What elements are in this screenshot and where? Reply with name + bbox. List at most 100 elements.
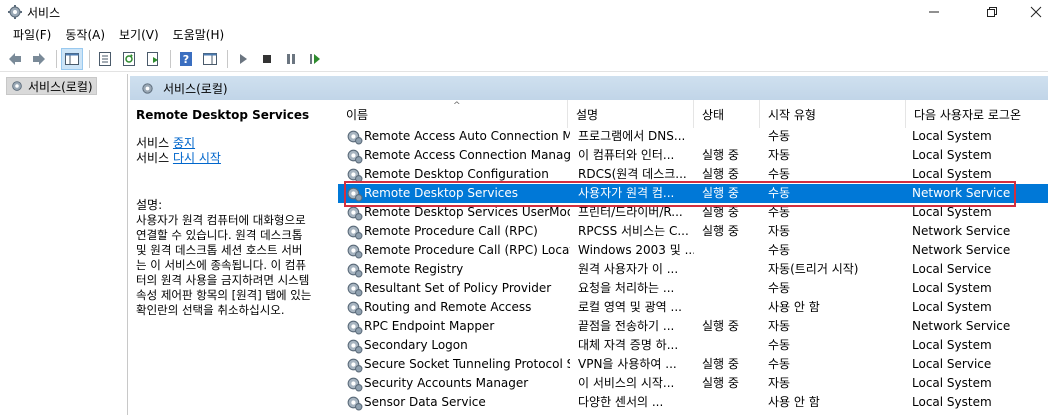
- cell-startup: 수동: [768, 205, 791, 219]
- cell-name: Remote Access Auto Connection M...: [364, 129, 570, 143]
- cell-startup: 사용 안 함: [768, 300, 820, 314]
- play-icon: [240, 53, 247, 64]
- service-row[interactable]: Secondary Logon 대체 자격 증명 하... 수동 Local Syst…: [338, 336, 1048, 355]
- cell-startup: 수동: [768, 186, 791, 200]
- show-tree-button[interactable]: [61, 47, 83, 70]
- service-row[interactable]: Remote Procedure Call (RPC) RPCSS 서비스는 C.…: [338, 222, 1048, 241]
- cell-status: [702, 279, 760, 298]
- column-header-status[interactable]: 상태: [694, 100, 760, 128]
- cell-description: 요청을 처리하는 ...: [578, 281, 675, 295]
- column-header-startup-type[interactable]: 시작 유형: [760, 100, 906, 128]
- cell-startup: 수동: [768, 129, 791, 143]
- cell-logon: Local System: [912, 129, 992, 143]
- cell-logon: Local Service: [912, 262, 992, 276]
- action-pane-button[interactable]: [199, 48, 221, 70]
- service-row[interactable]: Security Accounts Manager 이 서비스의 시작... 실행 …: [338, 374, 1048, 393]
- back-arrow-icon: [9, 52, 21, 65]
- show-tree-icon: [65, 52, 79, 65]
- export-list-icon: [147, 51, 158, 66]
- window-title: 서비스: [27, 6, 61, 20]
- toolbar-separator: [170, 49, 171, 68]
- cell-status: 실행 중: [702, 319, 739, 333]
- cell-logon: Network Service: [912, 186, 1011, 200]
- start-service-button[interactable]: [232, 48, 254, 70]
- cell-status: 실행 중: [702, 167, 739, 181]
- service-row[interactable]: Sensor Data Service 다양한 센서의 ... 사용 안 함 Loca…: [338, 393, 1048, 412]
- cell-name: Remote Access Connection Manager: [364, 148, 570, 162]
- cell-logon: Local System: [912, 376, 992, 390]
- restart-service-button[interactable]: [304, 48, 326, 70]
- cell-logon: Local System: [912, 338, 992, 352]
- help-icon: ?: [180, 51, 192, 66]
- export-list-button[interactable]: [142, 48, 164, 70]
- service-row[interactable]: RPC Endpoint Mapper 끝점을 전송하기 ... 실행 중 자동 Net…: [338, 317, 1048, 336]
- service-gear-icon: [347, 149, 363, 164]
- stop-service-link[interactable]: 중지: [173, 136, 195, 150]
- service-row[interactable]: Remote Access Auto Connection M... 프로그램에서…: [338, 127, 1048, 146]
- pane-header: 서비스(로컬): [130, 76, 1048, 100]
- cell-logon: Local System: [912, 205, 992, 219]
- cell-description: RPCSS 서비스는 C...: [578, 224, 689, 238]
- cell-logon: Network Service: [912, 319, 1011, 333]
- forward-button[interactable]: [28, 48, 50, 70]
- column-header-logon[interactable]: 다음 사용자로 로그온: [906, 100, 1048, 128]
- cell-startup: 사용 안 함: [768, 395, 820, 409]
- column-header-name[interactable]: 이름: [338, 100, 568, 128]
- service-row[interactable]: Remote Desktop Services UserMode... 프린터/드…: [338, 203, 1048, 222]
- back-button[interactable]: [4, 48, 26, 70]
- service-row[interactable]: Remote Access Connection Manager 이 컴퓨터와 인…: [338, 146, 1048, 165]
- tree-item-services-local[interactable]: 서비스(로컬): [6, 77, 97, 95]
- cell-logon: Local System: [912, 148, 992, 162]
- cell-name: Remote Registry: [364, 262, 464, 276]
- service-row[interactable]: Remote Desktop Configuration RDCS(원격 데스크.…: [338, 165, 1048, 184]
- cell-name: Remote Desktop Services: [364, 186, 519, 200]
- stop-service-button[interactable]: [256, 48, 278, 70]
- selected-service-name: Remote Desktop Services: [136, 108, 310, 122]
- help-button[interactable]: ?: [175, 48, 197, 70]
- service-row[interactable]: Routing and Remote Access 로컬 영역 및 광역 ... 사…: [338, 298, 1048, 317]
- close-button[interactable]: [1013, 0, 1048, 24]
- pause-service-button[interactable]: [280, 48, 302, 70]
- cell-description: 끝점을 전송하기 ...: [578, 319, 675, 333]
- cell-startup: 자동: [768, 148, 791, 162]
- restore-button[interactable]: [969, 0, 1015, 24]
- cell-logon: Local System: [912, 167, 992, 181]
- refresh-button[interactable]: [118, 48, 140, 70]
- description-line: 속성 제어판 항목의 [원격] 탭에 있는: [136, 288, 312, 302]
- cell-status: 실행 중: [702, 186, 739, 200]
- cell-logon: Local System: [912, 281, 992, 295]
- description-line: 및 원격 데스크톱 세션 호스트 서버: [136, 243, 303, 257]
- cell-status: 실행 중: [702, 205, 739, 219]
- pause-icon: [287, 53, 295, 64]
- column-header-description[interactable]: 설명: [568, 100, 694, 128]
- service-row[interactable]: Remote Registry 원격 사용자가 이 ... 자동(트리거 시작) Lo…: [338, 260, 1048, 279]
- restart-service-link[interactable]: 다시 시작: [173, 151, 221, 165]
- cell-startup: 수동: [768, 281, 791, 295]
- service-gear-icon: [347, 339, 363, 354]
- cell-description: 원격 사용자가 이 ...: [578, 262, 679, 276]
- service-row[interactable]: Remote Procedure Call (RPC) Locator Windo…: [338, 241, 1048, 260]
- service-row[interactable]: Secure Socket Tunneling Protocol S... VPN…: [338, 355, 1048, 374]
- cell-name: Routing and Remote Access: [364, 300, 532, 314]
- service-gear-icon: [347, 263, 363, 278]
- service-row[interactable]: Resultant Set of Policy Provider 요청을 처리하는…: [338, 279, 1048, 298]
- cell-name: Secure Socket Tunneling Protocol S...: [364, 357, 570, 371]
- description-line: 확인란의 선택을 취소하십시오.: [136, 303, 285, 317]
- service-rows: Remote Access Auto Connection M... 프로그램에서…: [338, 127, 1048, 412]
- menu-action[interactable]: 동작(A): [58, 24, 112, 46]
- cell-description: RDCS(원격 데스크...: [578, 167, 687, 181]
- restart-prefix: 서비스: [136, 151, 170, 165]
- menu-bar: 파일(F) 동작(A) 보기(V) 도움말(H): [0, 24, 1048, 46]
- menu-help[interactable]: 도움말(H): [166, 24, 232, 46]
- services-list: ^ 이름 설명 상태 시작 유형 다음 사용자로 로그온 Remote Acce…: [338, 100, 1048, 415]
- cell-name: Secondary Logon: [364, 338, 468, 352]
- service-row[interactable]: Remote Desktop Services 사용자가 원격 컴... 실행 중 수…: [338, 184, 1048, 203]
- services-gear-icon: [8, 5, 22, 19]
- cell-name: Remote Procedure Call (RPC): [364, 224, 538, 238]
- menu-file[interactable]: 파일(F): [6, 24, 58, 46]
- minimize-button[interactable]: [911, 0, 957, 24]
- menu-view[interactable]: 보기(V): [112, 24, 166, 46]
- description-line: 연결할 수 있습니다. 원격 데스크톱: [136, 228, 303, 242]
- properties-button[interactable]: [94, 48, 116, 70]
- cell-logon: Network Service: [912, 243, 1011, 257]
